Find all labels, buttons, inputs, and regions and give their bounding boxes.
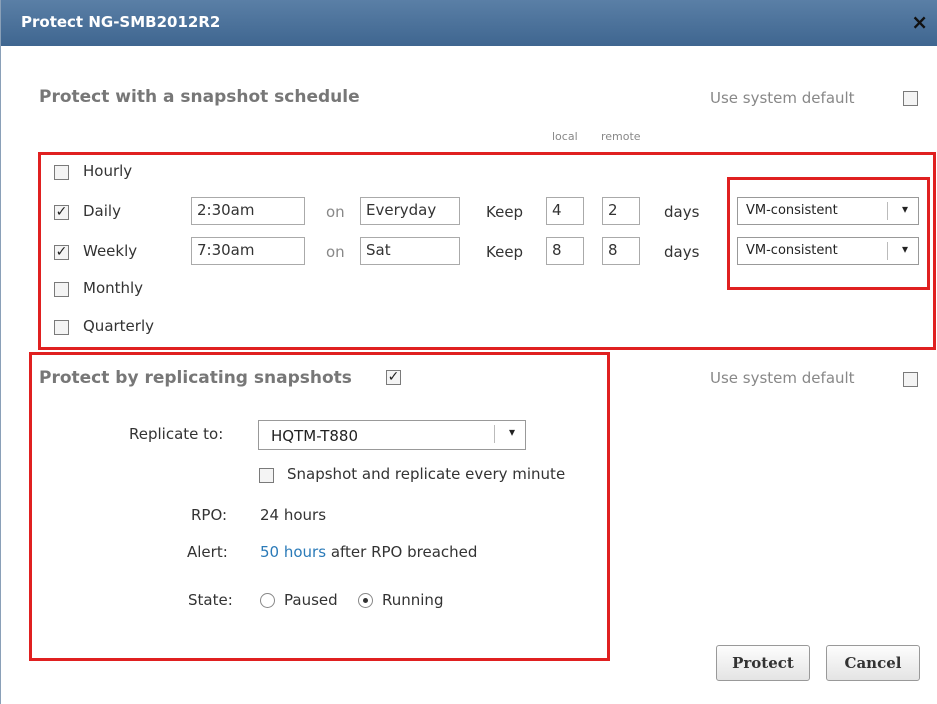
- alert-suffix: after RPO breached: [330, 543, 478, 561]
- rpo-value: 24 hours: [260, 506, 327, 524]
- radio-selected-dot: [363, 598, 368, 603]
- state-running-label: Running: [382, 591, 444, 609]
- column-header-local: local: [552, 130, 578, 143]
- column-header-remote: remote: [601, 130, 641, 143]
- replicate-to-select[interactable]: HQTM-T880 ▾: [258, 420, 526, 450]
- state-running-radio[interactable]: [358, 593, 373, 608]
- replication-enable-checkbox[interactable]: ✓: [386, 370, 401, 385]
- replication-section-heading: Protect by replicating snapshots: [39, 368, 352, 388]
- protect-dialog: Protect NG-SMB2012R2 × Protect with a sn…: [0, 0, 937, 704]
- dropdown-arrow-icon: ▾: [508, 425, 515, 439]
- close-icon[interactable]: ×: [911, 10, 928, 34]
- state-paused-label: Paused: [284, 591, 338, 609]
- snapshot-use-default-checkbox[interactable]: [903, 91, 918, 106]
- every-minute-checkbox[interactable]: [259, 468, 274, 483]
- state-paused-radio[interactable]: [260, 593, 275, 608]
- alert-hours-link[interactable]: 50 hours: [260, 543, 326, 561]
- replicate-to-label: Replicate to:: [129, 425, 224, 443]
- select-separator: [494, 425, 495, 443]
- snapshot-section-heading: Protect with a snapshot schedule: [39, 87, 360, 107]
- replication-use-default-checkbox[interactable]: [903, 372, 918, 387]
- dialog-title: Protect NG-SMB2012R2: [21, 13, 221, 31]
- alert-line: 50 hours after RPO breached: [260, 543, 477, 561]
- rpo-label: RPO:: [191, 506, 228, 524]
- snapshot-use-default-label: Use system default: [710, 89, 855, 107]
- replication-use-default-label: Use system default: [710, 369, 855, 387]
- every-minute-label: Snapshot and replicate every minute: [287, 465, 566, 483]
- dialog-title-bar: Protect NG-SMB2012R2 ×: [1, 0, 937, 46]
- protect-button[interactable]: Protect: [716, 645, 810, 681]
- replicate-to-value: HQTM-T880: [271, 427, 359, 445]
- consistency-highlight-box: [727, 177, 930, 290]
- state-label: State:: [188, 591, 233, 609]
- alert-label: Alert:: [187, 543, 228, 561]
- cancel-button[interactable]: Cancel: [826, 645, 920, 681]
